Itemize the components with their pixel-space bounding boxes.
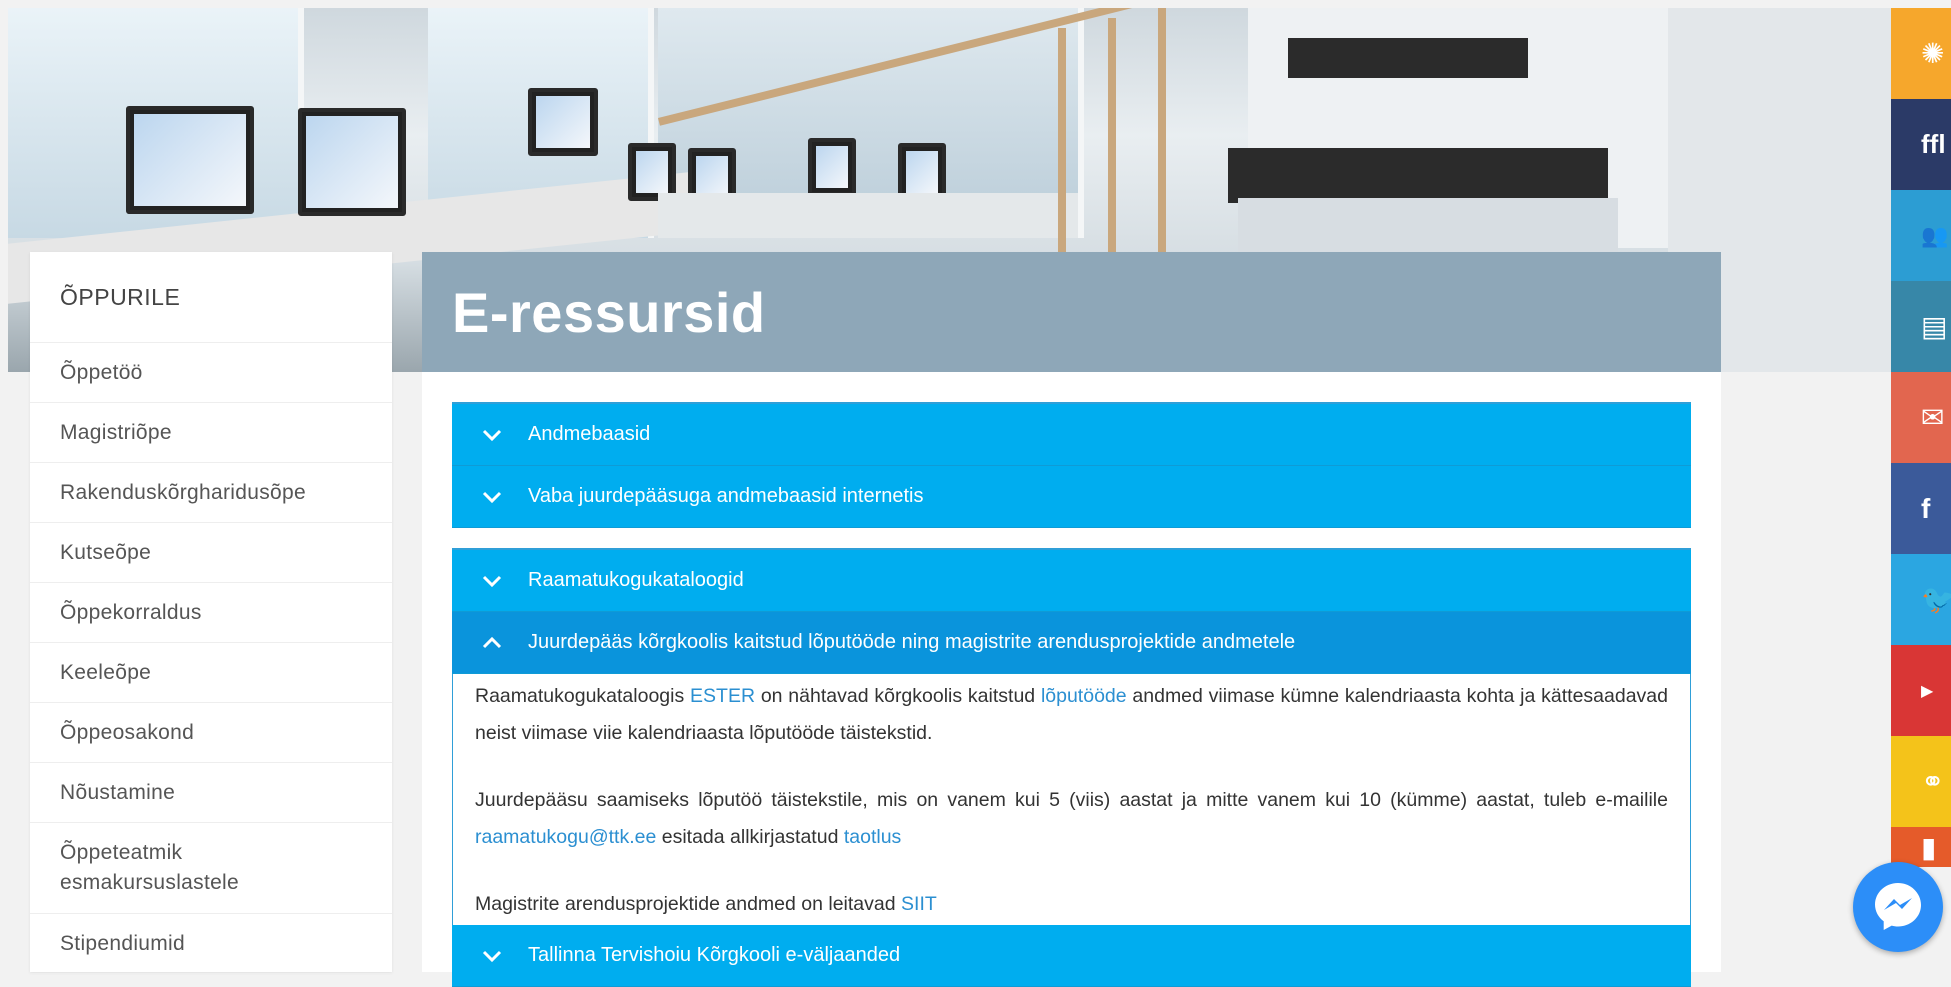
accordion-raamatukogukataloogid[interactable]: Raamatukogukataloogid [452, 550, 1691, 612]
chevron-down-icon [480, 423, 504, 447]
accordion-group-1: Andmebaasid Vaba juurdepääsuga andmebaas… [452, 402, 1691, 528]
accordion-label: Andmebaasid [528, 423, 651, 445]
youtube-icon[interactable]: ▶ [1891, 645, 1951, 736]
siit-link[interactable]: SIIT [901, 893, 937, 915]
taotlus-link[interactable]: taotlus [844, 826, 901, 848]
sidebar-item-oppeosakond[interactable]: Õppeosakond [30, 703, 392, 763]
messenger-icon [1871, 878, 1925, 937]
edu-logo-icon[interactable]: ffl [1891, 99, 1951, 190]
text: Magistrite arendusprojektide andmed on l… [475, 893, 902, 915]
chevron-up-icon [480, 631, 504, 655]
twitter-icon[interactable]: 🐦 [1891, 554, 1951, 645]
accordion-vaba-juurdepaas[interactable]: Vaba juurdepääsuga andmebaasid interneti… [452, 466, 1691, 528]
sidebar-menu: ÕPPURILE Õppetöö Magistriõpe Rakenduskõr… [30, 252, 392, 974]
people-icon[interactable]: 👥 [1891, 190, 1951, 281]
text: Raamatukogukataloogis [475, 685, 691, 707]
paragraph-ester: Raamatukogukataloogis ESTER on nähtavad … [475, 678, 1668, 752]
chevron-down-icon [480, 944, 504, 968]
sun-icon[interactable]: ✺ [1891, 8, 1951, 99]
paragraph-access: Juurdepääsu saamiseks lõputöö täisteksti… [475, 782, 1668, 856]
email-link[interactable]: raamatukogu@ttk.ee [475, 826, 656, 848]
accordion-label: Raamatukogukataloogid [528, 569, 744, 591]
loputoode-link[interactable]: lõputööde [1041, 685, 1127, 707]
accordion-andmebaasid[interactable]: Andmebaasid [452, 404, 1691, 466]
chevron-down-icon [480, 569, 504, 593]
accordion-e-valjaanded[interactable]: Tallinna Tervishoiu Kõrgkooli e-väljaand… [452, 925, 1691, 987]
sidebar-item-noustamine[interactable]: Nõustamine [30, 763, 392, 823]
mail-icon[interactable]: ✉ [1891, 372, 1951, 463]
office-icon[interactable]: ▮ [1891, 827, 1951, 867]
sidebar-item-oppekorraldus[interactable]: Õppekorraldus [30, 583, 392, 643]
ester-link[interactable]: ESTER [690, 685, 755, 707]
page-title: E-ressursid [452, 280, 766, 344]
sidebar-item-oppetoo[interactable]: Õppetöö [30, 343, 392, 403]
accordion-label: Tallinna Tervishoiu Kõrgkooli e-väljaand… [528, 944, 901, 966]
accordion-group-2: Raamatukogukataloogid Juurdepääs kõrgkoo… [452, 548, 1691, 987]
messenger-chat-button[interactable] [1853, 862, 1943, 952]
sidebar-item-label: Õppeteatmik esmakursuslastele [60, 841, 240, 894]
facebook-icon[interactable]: f [1891, 463, 1951, 554]
sidebar-item-rakenduskorgharidusope[interactable]: Rakenduskõrgharidusõpe [30, 463, 392, 523]
chevron-down-icon [480, 485, 504, 509]
document-icon[interactable]: ▤ [1891, 281, 1951, 372]
social-sidebar: ✺ ffl 👥 ▤ ✉ f 🐦 ▶ ⚭ ▮ [1891, 8, 1951, 958]
paragraph-magistrid: Magistrite arendusprojektide andmed on l… [475, 886, 1668, 925]
accordion-label: Vaba juurdepääsuga andmebaasid interneti… [528, 485, 924, 507]
link-icon[interactable]: ⚭ [1891, 736, 1951, 827]
sidebar-item-stipendiumid[interactable]: Stipendiumid [30, 914, 392, 974]
sidebar-item-kutseope[interactable]: Kutseõpe [30, 523, 392, 583]
page-title-bar: E-ressursid [422, 252, 1721, 372]
text: on nähtavad kõrgkoolis kaitstud [755, 685, 1041, 707]
accordion-label: Juurdepääs kõrgkoolis kaitstud lõputööde… [528, 631, 1296, 653]
text: Juurdepääsu saamiseks lõputöö täisteksti… [475, 789, 1668, 811]
sidebar-heading[interactable]: ÕPPURILE [30, 252, 392, 343]
accordion-panel-content: Raamatukogukataloogis ESTER on nähtavad … [452, 674, 1691, 925]
sidebar-item-magistriope[interactable]: Magistriõpe [30, 403, 392, 463]
sidebar-item-keeleope[interactable]: Keeleõpe [30, 643, 392, 703]
sidebar-item-oppeteatmik[interactable]: Õppeteatmik esmakursuslastele [30, 823, 392, 914]
main-content: E-ressursid Andmebaasid Vaba juurdepääsu… [422, 252, 1721, 987]
text: esitada allkirjastatud [656, 826, 844, 848]
accordion-juurdepaas-loputood[interactable]: Juurdepääs kõrgkoolis kaitstud lõputööde… [452, 612, 1691, 674]
